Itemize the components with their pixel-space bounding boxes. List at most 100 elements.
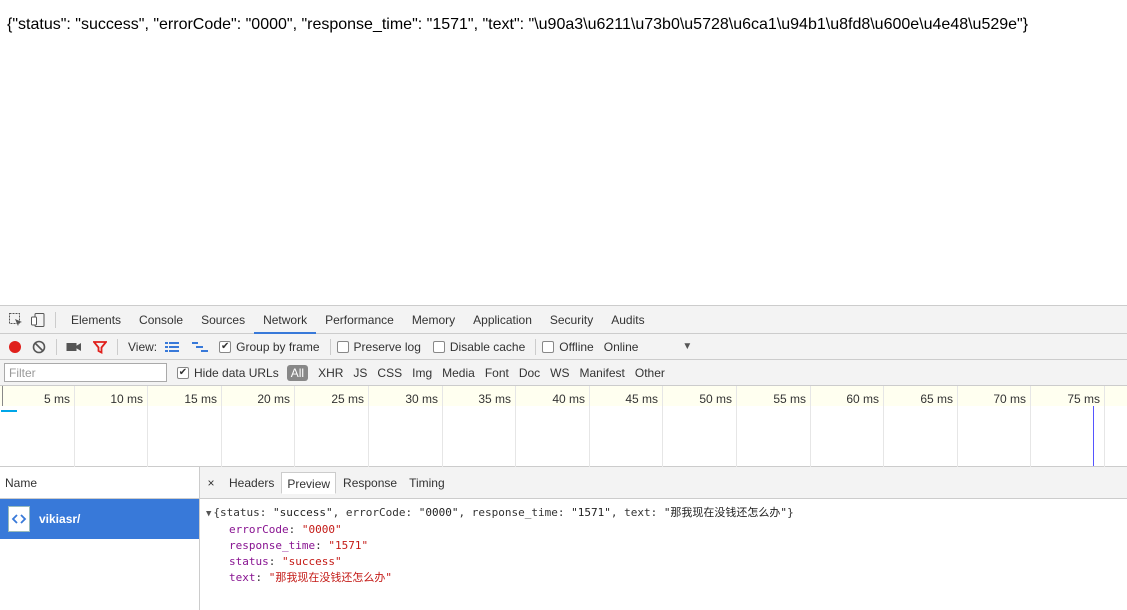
summary-value: "1571": [571, 506, 611, 519]
toolbar-separator: [535, 338, 537, 355]
response-preview: ▼ {status: "success", errorCode: "0000", …: [200, 499, 1127, 586]
waterfall-overview-icon[interactable]: [189, 336, 211, 358]
timeline-gridline: [589, 386, 590, 467]
tab-network[interactable]: Network: [254, 306, 317, 334]
preview-property-response-time[interactable]: response_time: "1571": [206, 538, 1127, 554]
timeline-tick-label: 55 ms: [773, 392, 806, 406]
expand-triangle-icon[interactable]: ▼: [206, 509, 211, 519]
tab-console[interactable]: Console: [130, 306, 192, 334]
toolbar-separator: [117, 338, 118, 355]
tab-elements[interactable]: Elements: [62, 306, 130, 334]
detail-tab-preview[interactable]: Preview: [281, 471, 337, 494]
disable-cache-label: Disable cache: [449, 339, 526, 354]
filter-type-all[interactable]: All: [286, 364, 309, 381]
timeline-gridline: [147, 386, 148, 467]
tab-performance[interactable]: Performance: [316, 306, 403, 334]
chevron-down-icon[interactable]: ▼: [682, 341, 692, 352]
property-key: errorCode: [229, 523, 289, 536]
network-toolbar: View: ✔ Group by frame Preserve log Disa…: [0, 334, 1127, 360]
summary-key: }: [787, 506, 794, 519]
timeline-tick-label: 75 ms: [1067, 392, 1100, 406]
filter-type-xhr[interactable]: XHR: [318, 366, 343, 380]
throttle-select[interactable]: Online: [604, 340, 639, 354]
preview-property-text[interactable]: text: "那我现在没钱还怎么办": [206, 570, 1127, 586]
document-file-icon: [8, 506, 30, 532]
timeline-tick-label: 40 ms: [552, 392, 585, 406]
close-icon[interactable]: ×: [202, 476, 220, 490]
property-key: text: [229, 571, 256, 584]
timeline-tick-label: 10 ms: [110, 392, 143, 406]
group-by-frame-checkbox[interactable]: ✔: [219, 340, 232, 353]
hide-data-urls-label: Hide data URLs: [194, 365, 279, 380]
network-overview-timeline[interactable]: 5 ms 10 ms 15 ms 20 ms 25 ms 30 ms 35 ms 40 ms 4…: [0, 386, 1127, 467]
preserve-log-checkbox[interactable]: [336, 340, 349, 353]
preview-summary-line[interactable]: ▼ {status: "success", errorCode: "0000", …: [206, 505, 1127, 522]
property-value: "0000": [301, 523, 342, 536]
name-column-header[interactable]: Name: [0, 467, 199, 499]
filter-input[interactable]: [4, 363, 167, 382]
preview-property-status[interactable]: status: "success": [206, 554, 1127, 570]
filter-type-media[interactable]: Media: [442, 366, 475, 380]
detail-tab-timing[interactable]: Timing: [404, 472, 450, 494]
filter-funnel-icon[interactable]: [89, 336, 111, 358]
timeline-tick-label: 35 ms: [478, 392, 511, 406]
filter-type-font[interactable]: Font: [485, 366, 509, 380]
timeline-tick-label: 70 ms: [993, 392, 1026, 406]
property-value: "success": [282, 555, 342, 568]
property-colon: :: [315, 539, 329, 552]
filter-type-manifest[interactable]: Manifest: [580, 366, 625, 380]
preserve-log-label: Preserve log: [353, 339, 421, 354]
disable-cache-checkbox[interactable]: [432, 340, 445, 353]
filter-type-js[interactable]: JS: [353, 366, 367, 380]
timeline-tick-label: 30 ms: [405, 392, 438, 406]
filter-type-doc[interactable]: Doc: [519, 366, 540, 380]
summary-key: , text:: [610, 506, 664, 519]
timeline-gridline: [736, 386, 737, 467]
network-requests-area: Name vikiasr/ × Headers Preview Response Ti…: [0, 467, 1127, 610]
filter-type-other[interactable]: Other: [635, 366, 665, 380]
timeline-gridline: [1104, 386, 1105, 467]
property-key: response_time: [229, 539, 316, 552]
tab-audits[interactable]: Audits: [602, 306, 653, 334]
device-toolbar-icon[interactable]: [27, 309, 49, 331]
timeline-start-marker: [2, 386, 3, 406]
summary-value: "success": [273, 506, 333, 519]
preview-property-errorcode[interactable]: errorCode: "0000": [206, 522, 1127, 538]
tab-memory[interactable]: Memory: [403, 306, 464, 334]
clear-icon[interactable]: [28, 336, 50, 358]
detail-tab-response[interactable]: Response: [338, 472, 402, 494]
summary-value: "0000": [418, 506, 459, 519]
timeline-gridline: [515, 386, 516, 467]
tab-sources[interactable]: Sources: [192, 306, 254, 334]
tab-application[interactable]: Application: [464, 306, 541, 334]
timeline-tick-label: 25 ms: [331, 392, 364, 406]
preview-summary-text: {status: "success", errorCode: "0000", r…: [213, 506, 793, 519]
camera-icon[interactable]: [63, 336, 85, 358]
request-row-vikiasr[interactable]: vikiasr/: [0, 499, 199, 539]
detail-tab-bar: × Headers Preview Response Timing: [200, 467, 1127, 499]
property-value: "1571": [328, 539, 369, 552]
tab-separator: [55, 311, 56, 328]
detail-tabs: Headers Preview Response Timing: [224, 471, 452, 494]
timeline-gridline: [883, 386, 884, 467]
property-value: "那我现在没钱还怎么办": [268, 571, 392, 584]
timeline-tick-label: 65 ms: [920, 392, 953, 406]
detail-tab-headers[interactable]: Headers: [224, 472, 279, 494]
raw-json-response: {"status": "success", "errorCode": "0000…: [7, 16, 1029, 33]
toolbar-separator: [56, 338, 57, 355]
offline-checkbox[interactable]: [542, 340, 555, 353]
tab-security[interactable]: Security: [541, 306, 602, 334]
inspect-element-icon[interactable]: [5, 309, 27, 331]
property-colon: :: [288, 523, 302, 536]
filter-type-img[interactable]: Img: [412, 366, 432, 380]
filter-type-css[interactable]: CSS: [377, 366, 402, 380]
hide-data-urls-checkbox[interactable]: ✔: [177, 366, 189, 379]
filter-type-ws[interactable]: WS: [550, 366, 569, 380]
timeline-tick-label: 50 ms: [699, 392, 732, 406]
record-icon[interactable]: [4, 336, 26, 358]
resource-type-filters: All XHR JS CSS Img Media Font Doc WS Manifest Othe…: [283, 364, 670, 381]
large-rows-icon[interactable]: [161, 336, 183, 358]
network-filter-bar: ✔ Hide data URLs All XHR JS CSS Img Media Font…: [0, 360, 1127, 386]
timeline-gridline: [368, 386, 369, 467]
summary-key: , response_time:: [458, 506, 572, 519]
